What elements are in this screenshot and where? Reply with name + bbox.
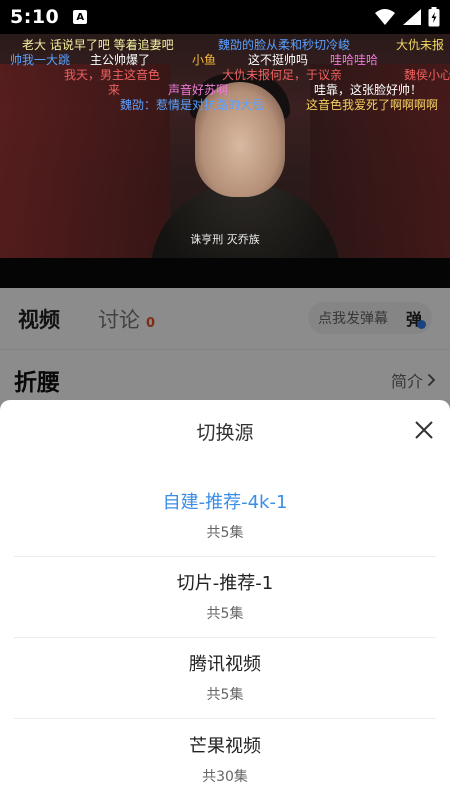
source-episode-count: 共5集 bbox=[206, 606, 244, 622]
status-icons bbox=[374, 7, 440, 27]
video-subtitle: 诛亨刑 灭乔族 bbox=[190, 233, 260, 246]
status-bar: 5:10 A bbox=[0, 0, 450, 34]
notification-icon: A bbox=[73, 10, 88, 24]
source-name: 切片-推荐-1 bbox=[176, 573, 274, 594]
source-episode-count: 共5集 bbox=[206, 687, 244, 703]
battery-icon bbox=[428, 7, 440, 27]
sheet-header: 切换源 bbox=[0, 400, 450, 462]
wifi-icon bbox=[375, 9, 395, 25]
source-item[interactable]: 腾讯视频 共5集 bbox=[14, 638, 436, 719]
source-episode-count: 共5集 bbox=[206, 525, 244, 541]
source-item-selected[interactable]: 自建-推荐-4k-1 共5集 bbox=[14, 476, 436, 557]
close-button[interactable] bbox=[412, 418, 436, 442]
danmaku-comment: 帅我一大跳 bbox=[10, 53, 71, 67]
source-name: 腾讯视频 bbox=[189, 654, 261, 675]
source-name: 自建-推荐-4k-1 bbox=[162, 492, 288, 513]
danmaku-comment: 来 bbox=[108, 83, 121, 97]
danmaku-comment: 这音色我爱死了啊啊啊啊 bbox=[306, 98, 439, 112]
app-screen: 5:10 A 诛亨刑 灭乔族 老大 话说早了吧 等着追妻吧 魏劭的脸从柔和秒切冷… bbox=[0, 0, 450, 800]
status-time: 5:10 bbox=[10, 6, 60, 28]
source-list: 自建-推荐-4k-1 共5集 切片-推荐-1 共5集 腾讯视频 共5集 芒果视频… bbox=[0, 476, 450, 800]
source-episode-count: 共30集 bbox=[202, 768, 248, 785]
signal-icon bbox=[403, 9, 421, 25]
video-player[interactable]: 诛亨刑 灭乔族 老大 话说早了吧 等着追妻吧 魏劭的脸从柔和秒切冷峻 大仇未报 … bbox=[0, 34, 450, 288]
danmaku-comment: 大仇未报 bbox=[396, 38, 445, 52]
source-item[interactable]: 芒果视频 共30集 bbox=[14, 719, 436, 800]
danmaku-comment: 小鱼 bbox=[192, 53, 217, 67]
source-item[interactable]: 切片-推荐-1 共5集 bbox=[14, 557, 436, 638]
video-letterbox bbox=[0, 258, 450, 288]
source-name: 芒果视频 bbox=[189, 735, 261, 757]
danmaku-comment: 魏劭：惹情是对抗路的大忌 bbox=[120, 98, 265, 112]
sheet-title: 切换源 bbox=[196, 421, 254, 444]
close-icon bbox=[415, 421, 433, 439]
switch-source-sheet: 切换源 自建-推荐-4k-1 共5集 切片-推荐-1 共5集 腾讯视频 共5集 … bbox=[0, 400, 450, 800]
